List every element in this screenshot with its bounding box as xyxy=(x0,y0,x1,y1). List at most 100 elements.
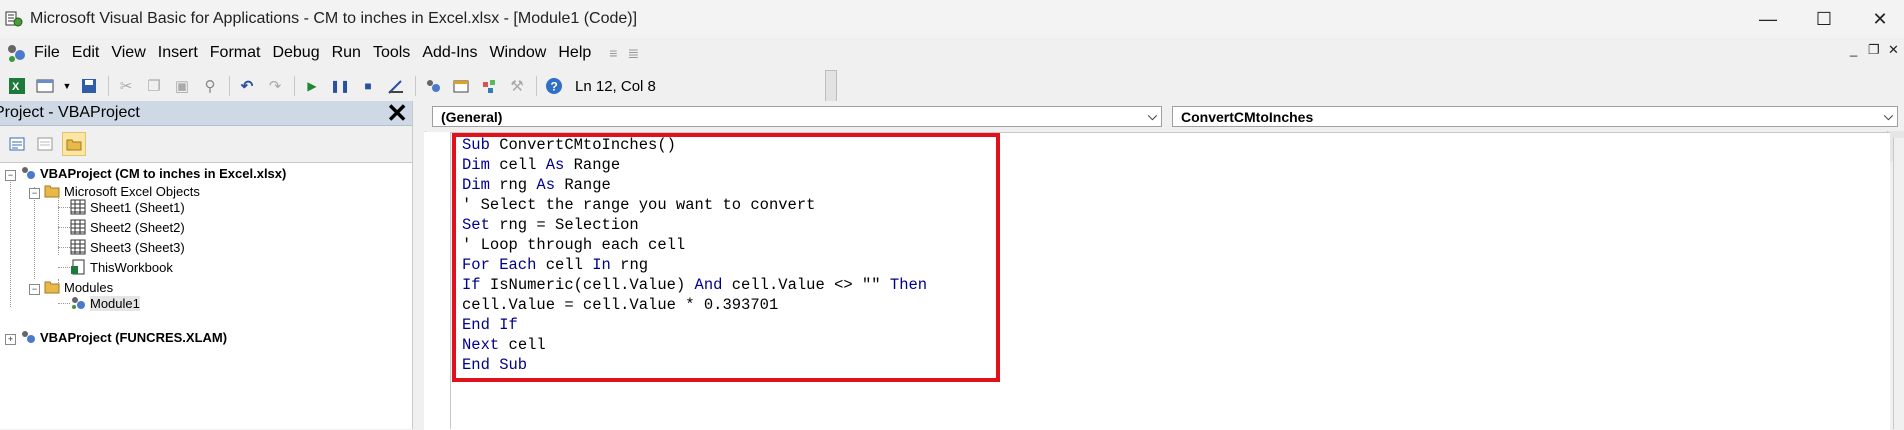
toolbar-separator xyxy=(108,76,109,96)
menu-run[interactable]: Run xyxy=(332,44,361,62)
project-toolbar xyxy=(0,126,412,163)
tree-node-modules[interactable]: Modules xyxy=(44,279,113,295)
window-title: Microsoft Visual Basic for Applications … xyxy=(30,10,638,27)
tree-node-sheet3[interactable]: Sheet3 (Sheet3) xyxy=(70,239,185,255)
worksheet-icon xyxy=(70,239,86,255)
project-tree: − VBAProject (CM to inches in Excel.xlsx… xyxy=(0,163,412,429)
close-window-button[interactable]: ✕ xyxy=(1852,0,1904,38)
menu-edit[interactable]: Edit xyxy=(72,44,100,62)
mdi-minimize-button[interactable]: _ xyxy=(1850,42,1857,57)
standard-toolbar: X ▼ ✂ ❐ ▣ ⚲ ↶ ↷ ▶ ❚❚ ■ ⚒ ? Ln 12, Col 8 xyxy=(0,70,1904,102)
vbaproject-icon xyxy=(20,165,36,181)
menu-debug[interactable]: Debug xyxy=(272,44,319,62)
tree-node-vbaproject-main[interactable]: VBAProject (CM to inches in Excel.xlsx) xyxy=(20,165,286,181)
vba-menu-icon[interactable] xyxy=(4,41,28,65)
toolbar-grip[interactable] xyxy=(825,70,837,102)
paste-icon[interactable]: ▣ xyxy=(171,75,193,97)
tree-node-excel-objects[interactable]: Microsoft Excel Objects xyxy=(44,183,200,199)
project-explorer-icon[interactable] xyxy=(422,75,444,97)
find-icon[interactable]: ⚲ xyxy=(199,75,221,97)
collapse-modules[interactable]: − xyxy=(29,284,40,295)
folder-icon xyxy=(44,279,60,295)
highlight-box xyxy=(452,133,1000,382)
chevron-down-icon[interactable]: ⌵ xyxy=(1148,109,1157,124)
chevron-down-icon[interactable]: ▼ xyxy=(62,75,72,97)
indent-icon[interactable]: ≡ xyxy=(609,45,617,61)
properties-icon[interactable] xyxy=(450,75,472,97)
excel-icon[interactable]: X xyxy=(6,75,28,97)
mdi-restore-button[interactable]: ❐ xyxy=(1868,42,1880,58)
tree-line xyxy=(58,303,70,304)
menu-format[interactable]: Format xyxy=(210,44,261,62)
toolbar-separator xyxy=(415,76,416,96)
tree-label: VBAProject (FUNCRES.XLAM) xyxy=(40,329,228,345)
title-bar: Microsoft Visual Basic for Applications … xyxy=(0,0,1904,38)
close-icon[interactable]: ✕ xyxy=(386,100,408,126)
tree-line xyxy=(34,187,35,279)
cut-icon[interactable]: ✂ xyxy=(115,75,137,97)
tree-line xyxy=(58,247,70,248)
tree-node-sheet1[interactable]: Sheet1 (Sheet1) xyxy=(70,199,185,215)
tree-label: Sheet3 (Sheet3) xyxy=(90,239,185,255)
menu-insert[interactable]: Insert xyxy=(158,44,198,62)
mdi-close-button[interactable]: ✕ xyxy=(1888,42,1899,58)
insert-module-icon[interactable] xyxy=(34,75,56,97)
worksheet-icon xyxy=(70,199,86,215)
code-vertical-scrollbar[interactable] xyxy=(1893,138,1904,429)
tree-line xyxy=(58,191,59,255)
view-object-icon[interactable] xyxy=(34,133,56,155)
outdent-icon[interactable]: ≣ xyxy=(627,45,639,62)
reset-icon[interactable]: ■ xyxy=(357,75,379,97)
toolbox-icon[interactable]: ⚒ xyxy=(506,75,528,97)
menu-window[interactable]: Window xyxy=(489,44,546,62)
tree-node-thisworkbook[interactable]: ThisWorkbook xyxy=(70,259,173,275)
minimize-button[interactable]: — xyxy=(1740,0,1796,38)
code-window-header: (General) ⌵ ConvertCMtoInches ⌵ xyxy=(424,101,1904,131)
redo-icon[interactable]: ↷ xyxy=(264,75,286,97)
toolbar-separator xyxy=(294,76,295,96)
vbaproject-icon xyxy=(20,329,36,345)
object-combobox-value: (General) xyxy=(441,108,503,125)
copy-icon[interactable]: ❐ xyxy=(143,75,165,97)
object-browser-icon[interactable] xyxy=(478,75,500,97)
folder-icon xyxy=(44,183,60,199)
maximize-button[interactable]: ☐ xyxy=(1796,0,1852,38)
view-code-icon[interactable] xyxy=(6,133,28,155)
tree-label: Sheet1 (Sheet1) xyxy=(90,199,185,215)
cursor-position-status: Ln 12, Col 8 xyxy=(575,77,656,95)
menu-view[interactable]: View xyxy=(111,44,145,62)
chevron-down-icon[interactable]: ⌵ xyxy=(1884,109,1893,124)
project-pane-header: Project - VBAProject ✕ xyxy=(0,100,412,126)
tree-line xyxy=(58,267,70,268)
tree-line xyxy=(10,177,11,307)
tree-node-sheet2[interactable]: Sheet2 (Sheet2) xyxy=(70,219,185,235)
menu-help[interactable]: Help xyxy=(558,44,591,62)
svg-text:X: X xyxy=(12,81,20,93)
collapse-root1[interactable]: − xyxy=(5,170,16,181)
menu-add-ins[interactable]: Add-Ins xyxy=(422,44,477,62)
vba-app-icon[interactable] xyxy=(4,9,24,29)
module-icon xyxy=(70,295,86,311)
expand-root2[interactable]: + xyxy=(5,334,16,345)
tree-node-module1[interactable]: Module1 xyxy=(70,295,140,311)
worksheet-icon xyxy=(70,219,86,235)
tree-label: ThisWorkbook xyxy=(90,259,173,275)
run-icon[interactable]: ▶ xyxy=(301,75,323,97)
procedure-combobox[interactable]: ConvertCMtoInches ⌵ xyxy=(1172,106,1898,127)
collapse-excel-objects[interactable]: − xyxy=(29,188,40,199)
toggle-folders-icon[interactable] xyxy=(62,132,86,156)
object-combobox[interactable]: (General) ⌵ xyxy=(432,106,1162,127)
menu-file[interactable]: File xyxy=(34,44,60,62)
menu-tools[interactable]: Tools xyxy=(373,44,410,62)
code-margin-indicator-bar[interactable] xyxy=(424,132,451,429)
tree-line xyxy=(58,207,70,208)
break-icon[interactable]: ❚❚ xyxy=(329,75,351,97)
tree-label: Sheet2 (Sheet2) xyxy=(90,219,185,235)
help-icon[interactable]: ? xyxy=(543,75,565,97)
save-icon[interactable] xyxy=(78,75,100,97)
tree-node-vbaproject-funcres[interactable]: VBAProject (FUNCRES.XLAM) xyxy=(20,329,227,345)
design-mode-icon[interactable] xyxy=(385,75,407,97)
undo-icon[interactable]: ↶ xyxy=(236,75,258,97)
tree-label: Module1 xyxy=(90,295,140,311)
tree-label: Modules xyxy=(64,279,114,295)
